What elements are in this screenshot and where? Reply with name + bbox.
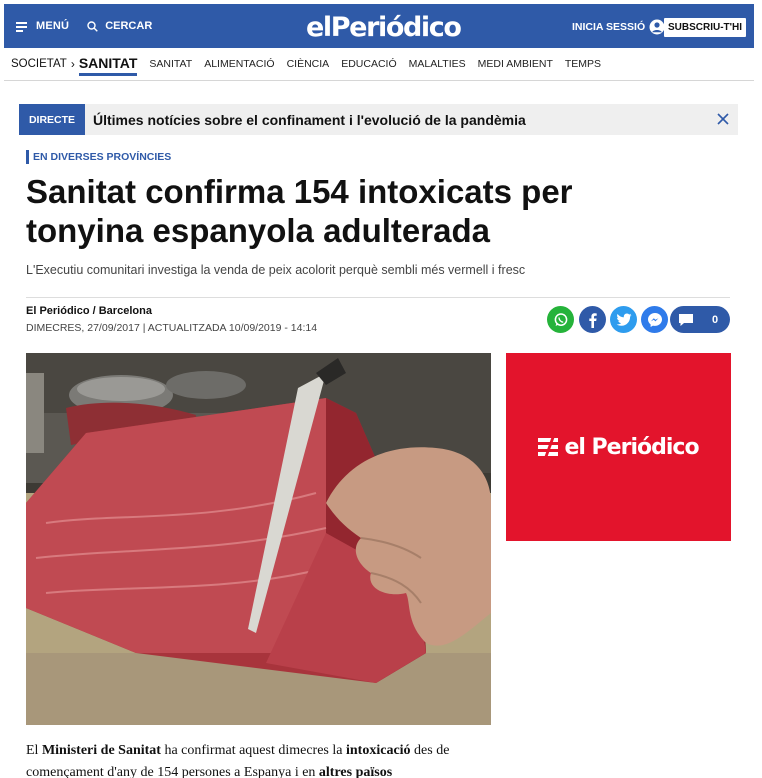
nav-item-medi-ambient[interactable]: MEDI AMBIENT (478, 58, 553, 70)
comment-icon (679, 313, 693, 326)
login-label: INICIA SESSIÓ (572, 21, 646, 33)
comments-button[interactable]: 0 (670, 306, 730, 333)
menu-button[interactable]: MENÚ (16, 20, 69, 32)
section-title[interactable]: SANITAT (78, 55, 138, 76)
article-subhead: L'Executiu comunitari investiga la venda… (26, 263, 526, 277)
article-body: El Ministeri de Sanitat ha confirmat aqu… (26, 740, 496, 778)
body-text-2: ha confirmat aquest dimecres la (160, 743, 346, 758)
article-author[interactable]: El Periódico / Barcelona (26, 305, 152, 317)
close-icon[interactable] (716, 112, 730, 126)
elperiodico-logo-icon (538, 436, 559, 458)
facebook-share-button[interactable] (579, 306, 606, 333)
breadcrumb-parent[interactable]: SOCIETAT (11, 58, 67, 70)
nav-item-educacio[interactable]: EDUCACIÓ (341, 58, 396, 70)
user-icon (649, 19, 665, 35)
messenger-icon (647, 312, 662, 327)
nav-item-sanitat[interactable]: SANITAT (149, 58, 192, 70)
subscribe-button[interactable]: SUBSCRIU-T'HI (664, 18, 746, 37)
live-tag: DIRECTE (19, 104, 85, 135)
article-kicker: EN DIVERSES PROVÍNCIES (26, 150, 171, 164)
ad-logo: el Periódico (538, 434, 700, 460)
site-logo[interactable]: elPeriódico (306, 12, 462, 43)
live-banner[interactable]: DIRECTE Últimes notícies sobre el confin… (19, 104, 738, 135)
article-headline: Sanitat confirma 154 intoxicats per tony… (26, 173, 573, 249)
search-button[interactable]: CERCAR (87, 20, 152, 32)
body-bold-3: altres països (318, 765, 393, 778)
nav-item-malalties[interactable]: MALALTIES (409, 58, 466, 70)
body-text-1: El (26, 743, 42, 758)
hamburger-icon (16, 21, 27, 32)
body-bold-2: intoxicació (346, 743, 411, 758)
twitter-share-button[interactable] (610, 306, 637, 333)
chevron-right-icon: › (70, 57, 75, 71)
advertisement[interactable]: el Periódico (506, 353, 731, 541)
comment-count: 0 (712, 313, 719, 326)
search-icon (87, 20, 98, 32)
live-banner-text[interactable]: Últimes notícies sobre el confinament i … (93, 112, 526, 128)
search-label: CERCAR (105, 20, 153, 32)
messenger-share-button[interactable] (641, 306, 668, 333)
divider (26, 297, 730, 298)
whatsapp-icon (554, 312, 567, 326)
facebook-icon (588, 312, 597, 328)
section-nav: SOCIETAT › SANITAT SANITAT ALIMENTACIÓ C… (4, 48, 754, 81)
nav-item-ciencia[interactable]: CIÈNCIA (287, 58, 330, 70)
menu-label: MENÚ (36, 20, 70, 32)
twitter-icon (616, 313, 631, 326)
top-header-bar: MENÚ CERCAR elPeriódico INICIA SESSIÓ SU… (4, 4, 754, 48)
ad-logo-text: el Periódico (564, 434, 699, 460)
whatsapp-share-button[interactable] (547, 306, 574, 333)
article-dateline: DIMECRES, 27/09/2017 | ACTUALITZADA 10/0… (26, 322, 318, 334)
body-bold-1[interactable]: Ministeri de Sanitat (42, 743, 161, 758)
nav-item-alimentacio[interactable]: ALIMENTACIÓ (204, 58, 274, 70)
nav-item-temps[interactable]: TEMPS (565, 58, 601, 70)
login-button[interactable]: INICIA SESSIÓ (572, 19, 665, 35)
article-photo[interactable] (26, 353, 491, 725)
